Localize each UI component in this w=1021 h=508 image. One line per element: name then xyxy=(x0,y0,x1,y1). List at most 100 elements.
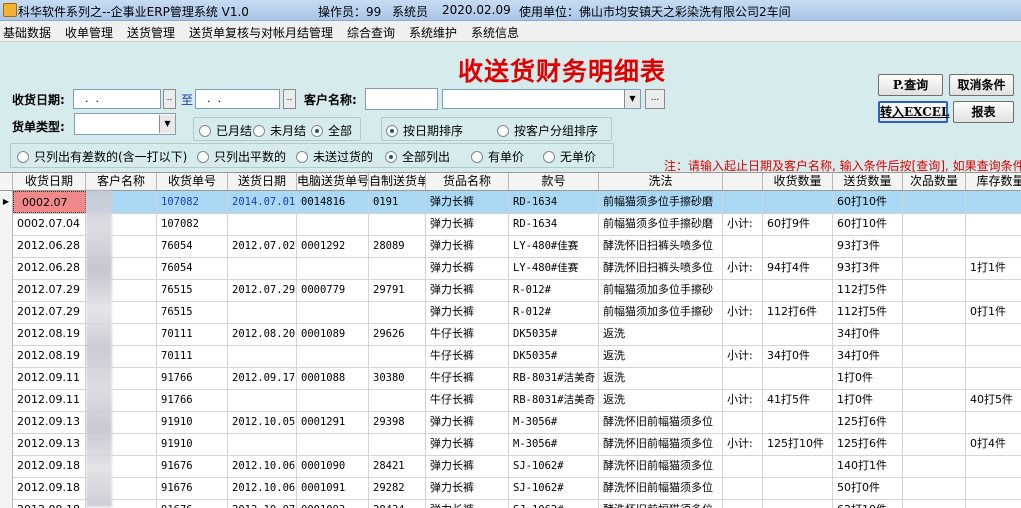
row-selector[interactable] xyxy=(0,279,13,301)
table-cell[interactable]: 125打6件 xyxy=(833,433,903,455)
table-cell[interactable]: R-012# xyxy=(509,301,599,323)
menu-maintenance[interactable]: 系统维护 xyxy=(409,24,457,41)
table-cell[interactable]: 91676 xyxy=(157,477,228,499)
table-cell[interactable]: 40打5件 xyxy=(966,389,1021,411)
table-cell[interactable] xyxy=(903,433,966,455)
table-cell[interactable]: RB-8031#洁美奇 xyxy=(509,367,599,389)
table-cell[interactable]: 前幅猫须加多位手擦砂 xyxy=(599,279,723,301)
table-cell[interactable]: 70111 xyxy=(157,345,228,367)
table-cell[interactable]: 91766 xyxy=(157,389,228,411)
table-row[interactable]: 2012.09.11 91766 牛仔长裤 RB-8031#洁美奇 返洗 小计: 41打5件… xyxy=(0,389,1021,412)
row-selector[interactable] xyxy=(0,213,13,235)
export-excel-button[interactable]: 转入EXCEL xyxy=(878,101,949,123)
column-header[interactable]: 送货数量 xyxy=(833,173,903,190)
column-header[interactable]: 收货数量 xyxy=(763,173,833,190)
table-cell[interactable]: 酵洗怀旧前幅猫须多位 xyxy=(599,411,723,433)
column-header[interactable]: 收货日期 xyxy=(13,173,86,190)
table-cell[interactable]: 60打10件 xyxy=(833,191,903,213)
table-cell[interactable]: 50打0件 xyxy=(833,477,903,499)
table-row[interactable]: 2012.08.19 70111 牛仔长裤 DK5035# 返洗 小计: 34打0件 34打0… xyxy=(0,345,1021,368)
table-cell[interactable] xyxy=(297,257,369,279)
column-header[interactable]: 电脑送货单号 xyxy=(297,173,369,190)
table-cell[interactable] xyxy=(723,477,763,499)
column-header[interactable]: 自制送货单 xyxy=(369,173,426,190)
table-cell[interactable]: 弹力长裤 xyxy=(426,257,509,279)
table-cell[interactable] xyxy=(369,301,426,323)
radio-settled[interactable]: 已月结 xyxy=(199,122,252,139)
column-header[interactable]: 次品数量 xyxy=(903,173,966,190)
table-cell[interactable]: 小计: xyxy=(723,257,763,279)
table-cell[interactable]: 0打1件 xyxy=(966,301,1021,323)
row-selector[interactable] xyxy=(0,235,13,257)
radio-sort-by-date[interactable]: 按日期排序 xyxy=(386,122,463,139)
column-header[interactable]: 送货日期 xyxy=(228,173,297,190)
table-cell[interactable]: 76054 xyxy=(157,235,228,257)
row-selector[interactable] xyxy=(0,323,13,345)
table-cell[interactable] xyxy=(903,455,966,477)
table-cell[interactable]: 酵洗怀旧前幅猫须多位 xyxy=(599,433,723,455)
table-cell[interactable] xyxy=(763,279,833,301)
table-cell[interactable]: 小计: xyxy=(723,389,763,411)
table-cell[interactable]: 93打3件 xyxy=(833,235,903,257)
table-cell[interactable]: 29791 xyxy=(369,279,426,301)
data-grid[interactable]: 收货日期 客户名称 收货单号 送货日期 电脑送货单号 自制送货单 货品名称 款号 洗法 收货数量送… xyxy=(0,172,1021,508)
table-cell[interactable]: 0191 xyxy=(369,191,426,213)
table-cell[interactable]: 前幅猫须多位手擦砂磨 xyxy=(599,213,723,235)
table-cell[interactable] xyxy=(966,213,1021,235)
table-cell[interactable]: 94打4件 xyxy=(763,257,833,279)
table-cell[interactable] xyxy=(723,411,763,433)
table-cell[interactable]: 60打10件 xyxy=(833,213,903,235)
table-cell[interactable]: R-012# xyxy=(509,279,599,301)
table-cell[interactable] xyxy=(228,433,297,455)
table-cell[interactable]: 140打1件 xyxy=(833,455,903,477)
table-cell[interactable]: 弹力长裤 xyxy=(426,191,509,213)
table-cell[interactable]: 2012.10.06 xyxy=(228,477,297,499)
table-cell[interactable] xyxy=(228,301,297,323)
table-cell[interactable]: 返洗 xyxy=(599,323,723,345)
table-row[interactable]: 0002.07.04 107082 弹力长裤 RD-1634 前幅猫须多位手擦砂磨 小计:… xyxy=(0,213,1021,236)
table-cell[interactable]: 返洗 xyxy=(599,389,723,411)
customer-browse-button[interactable]: ... xyxy=(645,89,665,109)
table-row[interactable]: 2012.09.11 91766 2012.09.17 0001088 30380 牛仔长… xyxy=(0,367,1021,390)
table-cell[interactable] xyxy=(966,477,1021,499)
table-cell[interactable] xyxy=(723,191,763,213)
table-cell[interactable] xyxy=(966,191,1021,213)
table-cell[interactable] xyxy=(903,345,966,367)
table-cell[interactable] xyxy=(723,235,763,257)
table-cell[interactable] xyxy=(723,279,763,301)
table-cell[interactable]: 0001291 xyxy=(297,411,369,433)
table-cell[interactable]: 2012.07.29 xyxy=(13,301,86,323)
table-cell[interactable]: 2012.07.02 xyxy=(228,235,297,257)
table-cell[interactable]: 41打5件 xyxy=(763,389,833,411)
row-selector[interactable] xyxy=(0,345,13,367)
table-cell[interactable]: 125打10件 xyxy=(763,433,833,455)
table-cell[interactable]: 弹力长裤 xyxy=(426,279,509,301)
table-cell[interactable]: 30380 xyxy=(369,367,426,389)
table-cell[interactable]: 91766 xyxy=(157,367,228,389)
table-cell[interactable] xyxy=(903,301,966,323)
table-cell[interactable]: 酵洗怀旧扫裤头喷多位 xyxy=(599,235,723,257)
table-cell[interactable]: 0002.07.04 xyxy=(13,213,86,235)
table-cell[interactable] xyxy=(903,323,966,345)
table-cell[interactable]: 91676 xyxy=(157,455,228,477)
report-button[interactable]: 报表 xyxy=(953,101,1014,123)
table-row[interactable]: 2012.06.28 76054 弹力长裤 LY-480#佳赛 酵洗怀旧扫裤头喷多位 小计… xyxy=(0,257,1021,280)
table-cell[interactable] xyxy=(723,367,763,389)
table-cell[interactable] xyxy=(763,191,833,213)
table-cell[interactable] xyxy=(369,213,426,235)
table-cell[interactable]: 1打0件 xyxy=(833,367,903,389)
customer-code-input[interactable] xyxy=(365,88,438,110)
table-cell[interactable]: 60打9件 xyxy=(763,213,833,235)
table-cell[interactable]: LY-480#佳赛 xyxy=(509,235,599,257)
date-to-picker-button[interactable]: .. xyxy=(283,89,296,109)
table-cell[interactable]: 牛仔长裤 xyxy=(426,389,509,411)
radio-no-price[interactable]: 无单价 xyxy=(543,148,596,165)
table-cell[interactable]: 小计: xyxy=(723,301,763,323)
table-cell[interactable]: 0打4件 xyxy=(966,433,1021,455)
table-cell[interactable] xyxy=(228,389,297,411)
table-cell[interactable] xyxy=(297,213,369,235)
table-cell[interactable]: 91910 xyxy=(157,433,228,455)
row-selector[interactable] xyxy=(0,455,13,477)
table-cell[interactable] xyxy=(903,477,966,499)
table-cell[interactable]: 28089 xyxy=(369,235,426,257)
